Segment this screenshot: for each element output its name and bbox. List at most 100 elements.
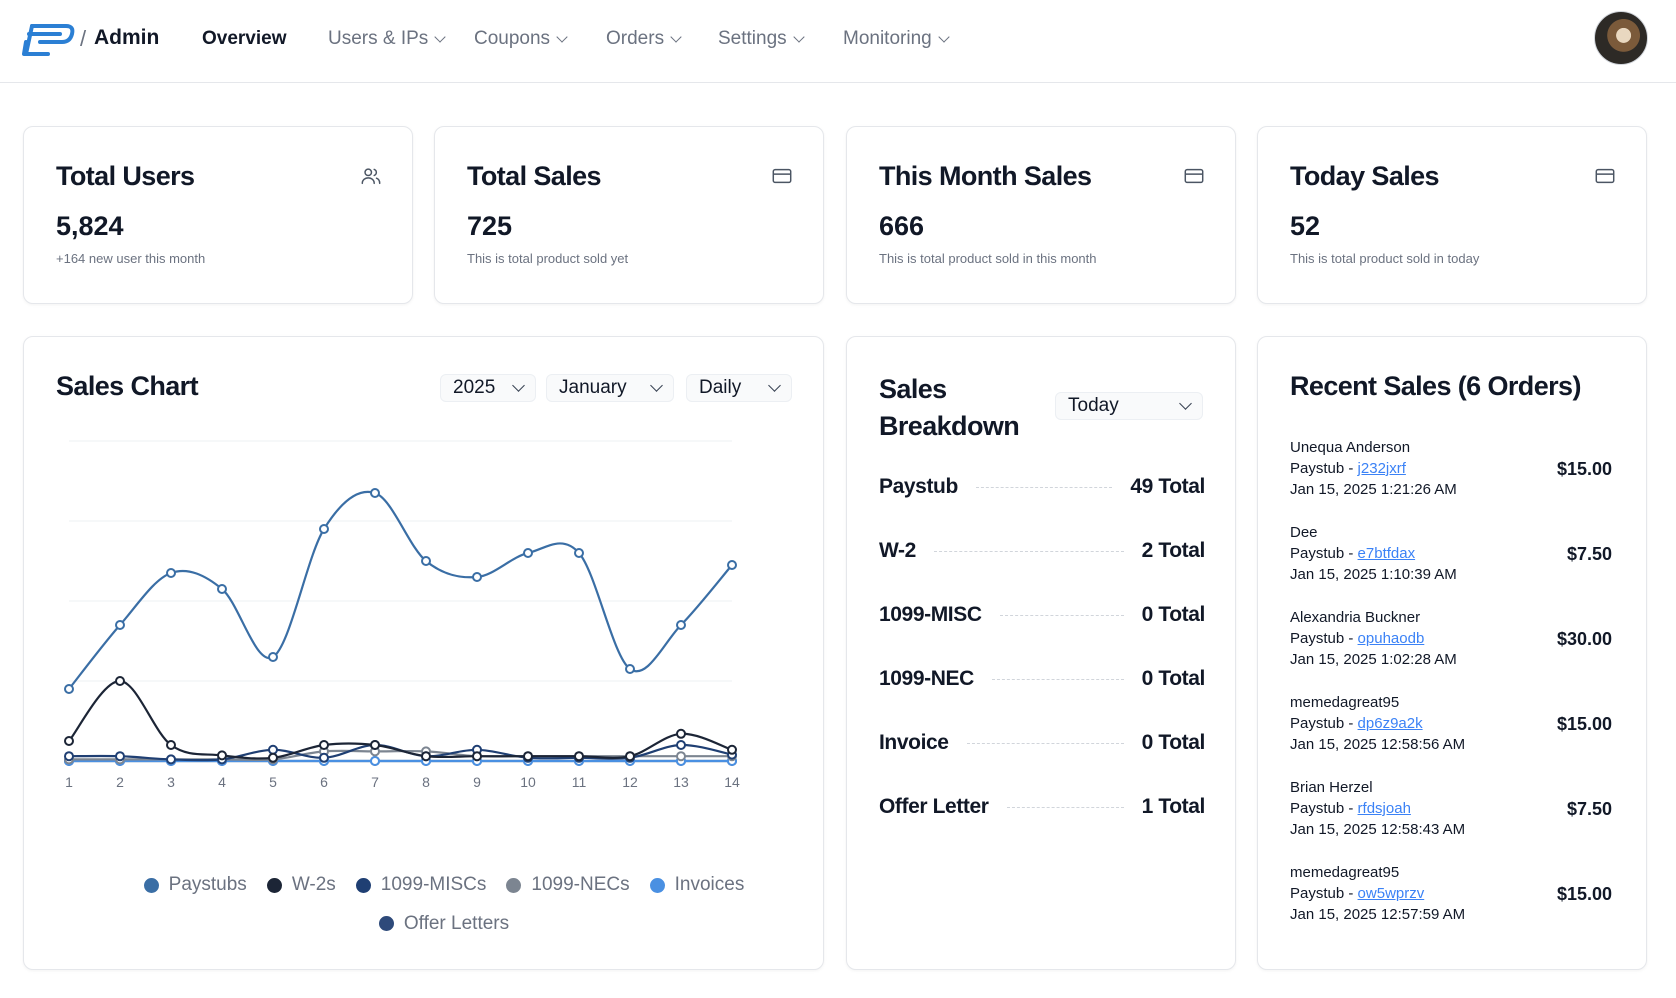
product-type: Paystub - [1290, 545, 1354, 562]
product-type: Paystub - [1290, 885, 1354, 902]
x-tick-label: 4 [218, 774, 226, 790]
breakdown-label: Paystub [879, 475, 958, 498]
data-point [64, 684, 74, 694]
data-point [370, 756, 380, 766]
nav-orders[interactable]: Orders [606, 28, 682, 50]
data-point [319, 524, 329, 534]
data-point [574, 751, 584, 762]
order-code-link[interactable]: dp6z9a2k [1358, 715, 1423, 732]
recent-sale-item: Unequa Anderson Paystub - j232jxrf Jan 1… [1290, 439, 1612, 503]
breakdown-total: 0 Total [1141, 603, 1206, 626]
breadcrumb-admin[interactable]: Admin [94, 26, 159, 50]
recent-sales-card: Recent Sales (6 Orders) Unequa Anderson … [1257, 336, 1647, 970]
dotted-leader [933, 550, 1124, 552]
order-code-link[interactable]: j232jxrf [1358, 460, 1406, 477]
legend-item[interactable]: 1099-MISCs [355, 867, 487, 903]
nav-orders-label: Orders [606, 28, 665, 49]
nav-settings[interactable]: Settings [718, 28, 805, 50]
breakdown-total: 1 Total [1141, 795, 1206, 818]
order-date: Jan 15, 2025 1:21:26 AM [1290, 481, 1457, 498]
stat-card-total-users: Total Users 5,824 +164 new user this mon… [23, 126, 413, 304]
legend-item[interactable]: Invoices [649, 867, 744, 903]
order-code-link[interactable]: opuhaodb [1358, 630, 1425, 647]
nav-users-ips-label: Users & IPs [328, 28, 429, 49]
x-tick-label: 1 [65, 774, 73, 790]
data-point [472, 751, 482, 762]
order-amount: $15.00 [1556, 714, 1612, 734]
stat-card-this-month-sales: This Month Sales 666 This is total produ… [846, 126, 1236, 304]
data-point [727, 744, 737, 755]
x-tick-label: 8 [422, 774, 430, 790]
customer-name: Unequa Anderson [1290, 439, 1411, 456]
breakdown-period-value: Today [1068, 395, 1119, 416]
stat-card-total-sales: Total Sales 725 This is total product so… [434, 126, 824, 304]
order-amount: $15.00 [1556, 884, 1612, 904]
breakdown-label: Invoice [879, 731, 949, 754]
legend-label: 1099-MISCs [380, 874, 487, 895]
breakdown-total: 0 Total [1141, 731, 1206, 754]
order-amount: $30.00 [1556, 629, 1612, 649]
legend-dot-icon [266, 877, 282, 893]
breadcrumb-separator: / [80, 26, 87, 51]
nav-overview-label: Overview [202, 28, 287, 49]
chevron-down-icon [434, 31, 446, 43]
x-tick-label: 10 [520, 774, 536, 790]
breakdown-row: Paystub 49 Total [879, 472, 1205, 502]
customer-name: Alexandria Buckner [1290, 609, 1421, 626]
stat-title: Total Sales [467, 161, 602, 191]
data-point [625, 751, 635, 762]
user-avatar[interactable] [1594, 11, 1648, 65]
nav-users-ips[interactable]: Users & IPs [328, 28, 446, 50]
breakdown-row: Invoice 0 Total [879, 728, 1205, 758]
data-point [319, 740, 329, 750]
data-point [625, 664, 635, 674]
data-point [166, 740, 176, 750]
customer-name: memedagreat95 [1290, 694, 1400, 711]
stat-subtext: This is total product sold in today [1290, 251, 1480, 266]
data-point [370, 488, 380, 498]
sales-breakdown-title-line2: Breakdown [879, 411, 1020, 441]
breakdown-total: 2 Total [1141, 539, 1206, 562]
breakdown-period-select[interactable]: Today [1055, 392, 1203, 420]
nav-overview[interactable]: Overview [202, 28, 287, 50]
legend-item[interactable]: 1099-NECs [506, 867, 630, 903]
product-type: Paystub - [1290, 460, 1354, 477]
data-point [217, 584, 227, 594]
data-point [421, 751, 431, 762]
order-code-link[interactable]: e7btfdax [1358, 545, 1416, 562]
recent-sale-item: Dee Paystub - e7btfdax Jan 15, 2025 1:10… [1290, 524, 1612, 588]
data-point [370, 740, 380, 750]
breakdown-row: 1099-MISC 0 Total [879, 600, 1205, 630]
x-tick-label: 12 [622, 774, 638, 790]
stat-value: 5,824 [56, 211, 124, 241]
nav-coupons[interactable]: Coupons [474, 28, 568, 50]
order-code-link[interactable]: rfdsjoah [1358, 800, 1411, 817]
legend-dot-icon [378, 916, 394, 931]
x-tick-label: 2 [116, 774, 124, 790]
nav-monitoring[interactable]: Monitoring [843, 28, 950, 50]
data-point [166, 754, 176, 765]
breakdown-total: 0 Total [1141, 667, 1206, 690]
product-type: Paystub - [1290, 800, 1354, 817]
customer-name: memedagreat95 [1290, 864, 1400, 881]
stat-title: Total Users [56, 161, 195, 191]
x-tick-label: 9 [473, 774, 481, 790]
data-point [115, 620, 125, 630]
nav-monitoring-label: Monitoring [843, 28, 932, 49]
order-date: Jan 15, 2025 12:58:43 AM [1290, 821, 1466, 838]
breakdown-label: 1099-NEC [879, 667, 974, 690]
stat-subtext: This is total product sold yet [467, 251, 629, 266]
dotted-leader [999, 614, 1124, 616]
chevron-down-icon [556, 31, 568, 43]
legend-dot-icon [506, 877, 522, 893]
brand-logo-icon[interactable] [22, 20, 78, 60]
breakdown-row: Offer Letter 1 Total [879, 792, 1205, 822]
order-code-link[interactable]: ow5wprzv [1358, 885, 1425, 902]
legend-label: 1099-NECs [531, 874, 630, 895]
dotted-leader [975, 486, 1113, 488]
data-point [472, 572, 482, 582]
legend-item[interactable]: W-2s [266, 867, 336, 903]
data-point [574, 548, 584, 558]
legend-item[interactable]: Offer Letters [378, 906, 509, 942]
legend-item[interactable]: Paystubs [143, 867, 247, 903]
